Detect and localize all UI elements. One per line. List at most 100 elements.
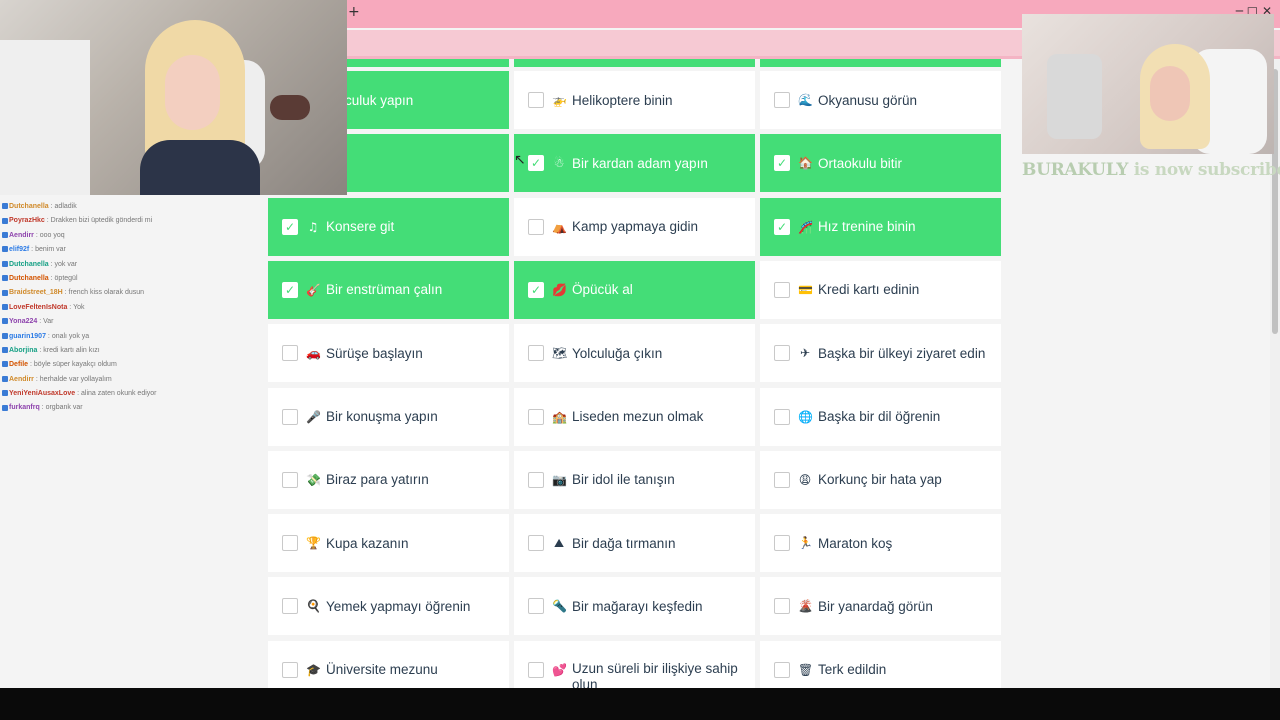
bucket-list-item[interactable]: 😩 Korkunç bir hata yap bbox=[760, 450, 1001, 509]
chat-text: herhalde var yollayalım bbox=[39, 375, 112, 383]
item-label: Bir enstrüman çalın bbox=[326, 282, 443, 298]
bucket-list-item[interactable]: 🏆 Kupa kazanın bbox=[268, 514, 509, 573]
checked-checkbox[interactable]: ✓ bbox=[282, 218, 298, 235]
checked-checkbox[interactable]: ✓ bbox=[528, 155, 544, 172]
checkbox[interactable] bbox=[528, 535, 544, 552]
chat-message: LoveFeltenIsNota : Yok bbox=[0, 301, 268, 315]
checkbox[interactable] bbox=[282, 345, 298, 362]
checkbox[interactable] bbox=[528, 408, 544, 425]
bucket-list-item[interactable]: 🍳 Yemek yapmayı öğrenin bbox=[268, 577, 509, 636]
bucket-list-item[interactable]: 🎤 Bir konuşma yapın bbox=[268, 387, 509, 446]
bucket-list-item[interactable]: 🚗 Sürüşe başlayın bbox=[268, 324, 509, 383]
bucket-list-item[interactable]: 🚁 Helikoptere binin bbox=[514, 71, 755, 129]
microphone-icon: 🎤 bbox=[306, 409, 321, 424]
checkbox[interactable] bbox=[774, 598, 790, 615]
chat-text: french kiss olarak dusun bbox=[68, 289, 145, 297]
chat-badge-icon bbox=[2, 260, 8, 267]
item-label: Ortaokulu bitir bbox=[818, 155, 903, 171]
item-label: Öpücük al bbox=[572, 282, 633, 298]
chat-text: Drakken bizi üptedik gönderdi mi bbox=[50, 217, 153, 225]
item-label: Korkunç bir hata yap bbox=[818, 472, 942, 488]
bucket-list-item[interactable]: 🏃 Maraton koş bbox=[760, 514, 1001, 573]
bucket-list-item[interactable]: 🎓 Üniversite mezunu bbox=[268, 640, 509, 688]
chat-badge-icon bbox=[2, 217, 8, 224]
checkbox[interactable] bbox=[282, 598, 298, 615]
checkbox[interactable] bbox=[528, 598, 544, 615]
chat-badge-icon bbox=[2, 332, 8, 339]
bucket-list-item[interactable]: ⛰ Bir dağa tırmanın bbox=[514, 514, 755, 573]
chat-text: alina zaten okunk ediyor bbox=[81, 390, 157, 398]
streamer-face bbox=[1150, 66, 1190, 121]
chat-text: böyle süper kayakçı oldum bbox=[33, 361, 117, 369]
microphone bbox=[1047, 54, 1102, 139]
chat-text: benim var bbox=[35, 246, 66, 254]
item-label: Hız trenine binin bbox=[818, 219, 916, 235]
list-item-partial bbox=[514, 59, 755, 67]
trophy-icon: 🏆 bbox=[306, 536, 321, 551]
chat-message: furkanfrq : orgbank var bbox=[0, 401, 268, 415]
bucket-list-item[interactable]: 📷 Bir idol ile tanışın bbox=[514, 450, 755, 509]
item-label: Bir kardan adam yapın bbox=[572, 155, 708, 171]
bucket-list-item[interactable]: ✓ 💋 Öpücük al bbox=[514, 260, 755, 319]
bucket-list-item[interactable]: 🌊 Okyanusu görün bbox=[760, 71, 1001, 129]
bucket-list-item[interactable]: ✈ Başka bir ülkeyi ziyaret edin bbox=[760, 324, 1001, 383]
bucket-list-item[interactable]: 🏫 Liseden mezun olmak bbox=[514, 387, 755, 446]
subscriber-name: BURAKULY bbox=[1022, 160, 1129, 180]
bucket-list-item[interactable]: ✓ 🎢 Hız trenine binin bbox=[760, 197, 1001, 256]
new-tab-button[interactable]: + bbox=[348, 4, 360, 20]
chat-username: PoyrazHkc bbox=[9, 217, 45, 225]
chat-badge-icon bbox=[2, 375, 8, 382]
camera-icon: 📷 bbox=[552, 472, 567, 487]
checkbox[interactable] bbox=[528, 92, 544, 108]
bucket-list-item[interactable]: ✓ 🎸 Bir enstrüman çalın bbox=[268, 260, 509, 319]
chat-badge-icon bbox=[2, 361, 8, 368]
checkbox[interactable] bbox=[528, 218, 544, 235]
bucket-list-item[interactable]: ✓ ☃ Bir kardan adam yapın bbox=[514, 134, 755, 193]
item-label: Bir konuşma yapın bbox=[326, 409, 438, 424]
checkbox[interactable] bbox=[774, 535, 790, 552]
bucket-list-item[interactable]: ✓ 🏠 Ortaokulu bitir bbox=[760, 134, 1001, 193]
checkbox[interactable] bbox=[282, 535, 298, 552]
bucket-list-item[interactable]: ✓ ♫ Konsere git bbox=[268, 197, 509, 256]
chat-badge-icon bbox=[2, 318, 8, 325]
checkbox[interactable] bbox=[774, 92, 790, 108]
checkbox[interactable] bbox=[528, 661, 544, 678]
checkbox[interactable] bbox=[774, 281, 790, 298]
checkbox[interactable] bbox=[774, 345, 790, 362]
checked-checkbox[interactable]: ✓ bbox=[774, 155, 790, 172]
checkbox[interactable] bbox=[774, 471, 790, 488]
checked-checkbox[interactable]: ✓ bbox=[282, 281, 298, 298]
checkbox[interactable] bbox=[774, 661, 790, 678]
checkbox[interactable] bbox=[774, 408, 790, 425]
bucket-list-item[interactable]: 🗑 Terk edildin bbox=[760, 640, 1001, 688]
checked-checkbox[interactable]: ✓ bbox=[528, 281, 544, 298]
bucket-list-item[interactable]: 🔦 Bir mağarayı keşfedin bbox=[514, 577, 755, 636]
streamer-shirt bbox=[140, 140, 260, 195]
chat-badge-icon bbox=[2, 303, 8, 310]
helicopter-icon: 🚁 bbox=[552, 93, 567, 107]
checkbox[interactable] bbox=[282, 471, 298, 488]
bucket-list-item[interactable]: 🌋 Bir yanardağ görün bbox=[760, 577, 1001, 636]
checkbox[interactable] bbox=[528, 345, 544, 362]
checkbox[interactable] bbox=[528, 471, 544, 488]
checkbox[interactable] bbox=[282, 408, 298, 425]
chat-username: Dutchanella bbox=[9, 274, 49, 282]
bucket-list-item[interactable]: ⛺ Kamp yapmaya gidin bbox=[514, 197, 755, 256]
chat-badge-icon bbox=[2, 390, 8, 397]
bucket-list-item[interactable]: 🗺 Yolculuğa çıkın bbox=[514, 324, 755, 383]
bucket-list-item[interactable]: 💳 Kredi kartı edinin bbox=[760, 260, 1001, 319]
item-label: Üniversite mezunu bbox=[326, 662, 438, 678]
map-icon: 🗺 bbox=[552, 346, 568, 361]
checkbox[interactable] bbox=[282, 661, 298, 678]
credit-card-icon: 💳 bbox=[798, 282, 813, 297]
chat-message: Defile : böyle süper kayakçı oldum bbox=[0, 358, 268, 372]
bucket-list-item[interactable]: 💕 Uzun süreli bir ilişkiye sahip olun bbox=[514, 640, 755, 688]
chat-badge-icon bbox=[2, 275, 8, 282]
bucket-list-item[interactable]: 💸 Biraz para yatırın bbox=[268, 450, 509, 509]
chat-badge-icon bbox=[2, 203, 8, 210]
roller-coaster-icon: 🎢 bbox=[798, 219, 813, 234]
bucket-list-item[interactable]: 🌐 Başka bir dil öğrenin bbox=[760, 387, 1001, 446]
checked-checkbox[interactable]: ✓ bbox=[774, 218, 790, 235]
trash-icon: 🗑 bbox=[798, 662, 814, 677]
chat-username: Braidstreet_18H bbox=[9, 289, 63, 297]
